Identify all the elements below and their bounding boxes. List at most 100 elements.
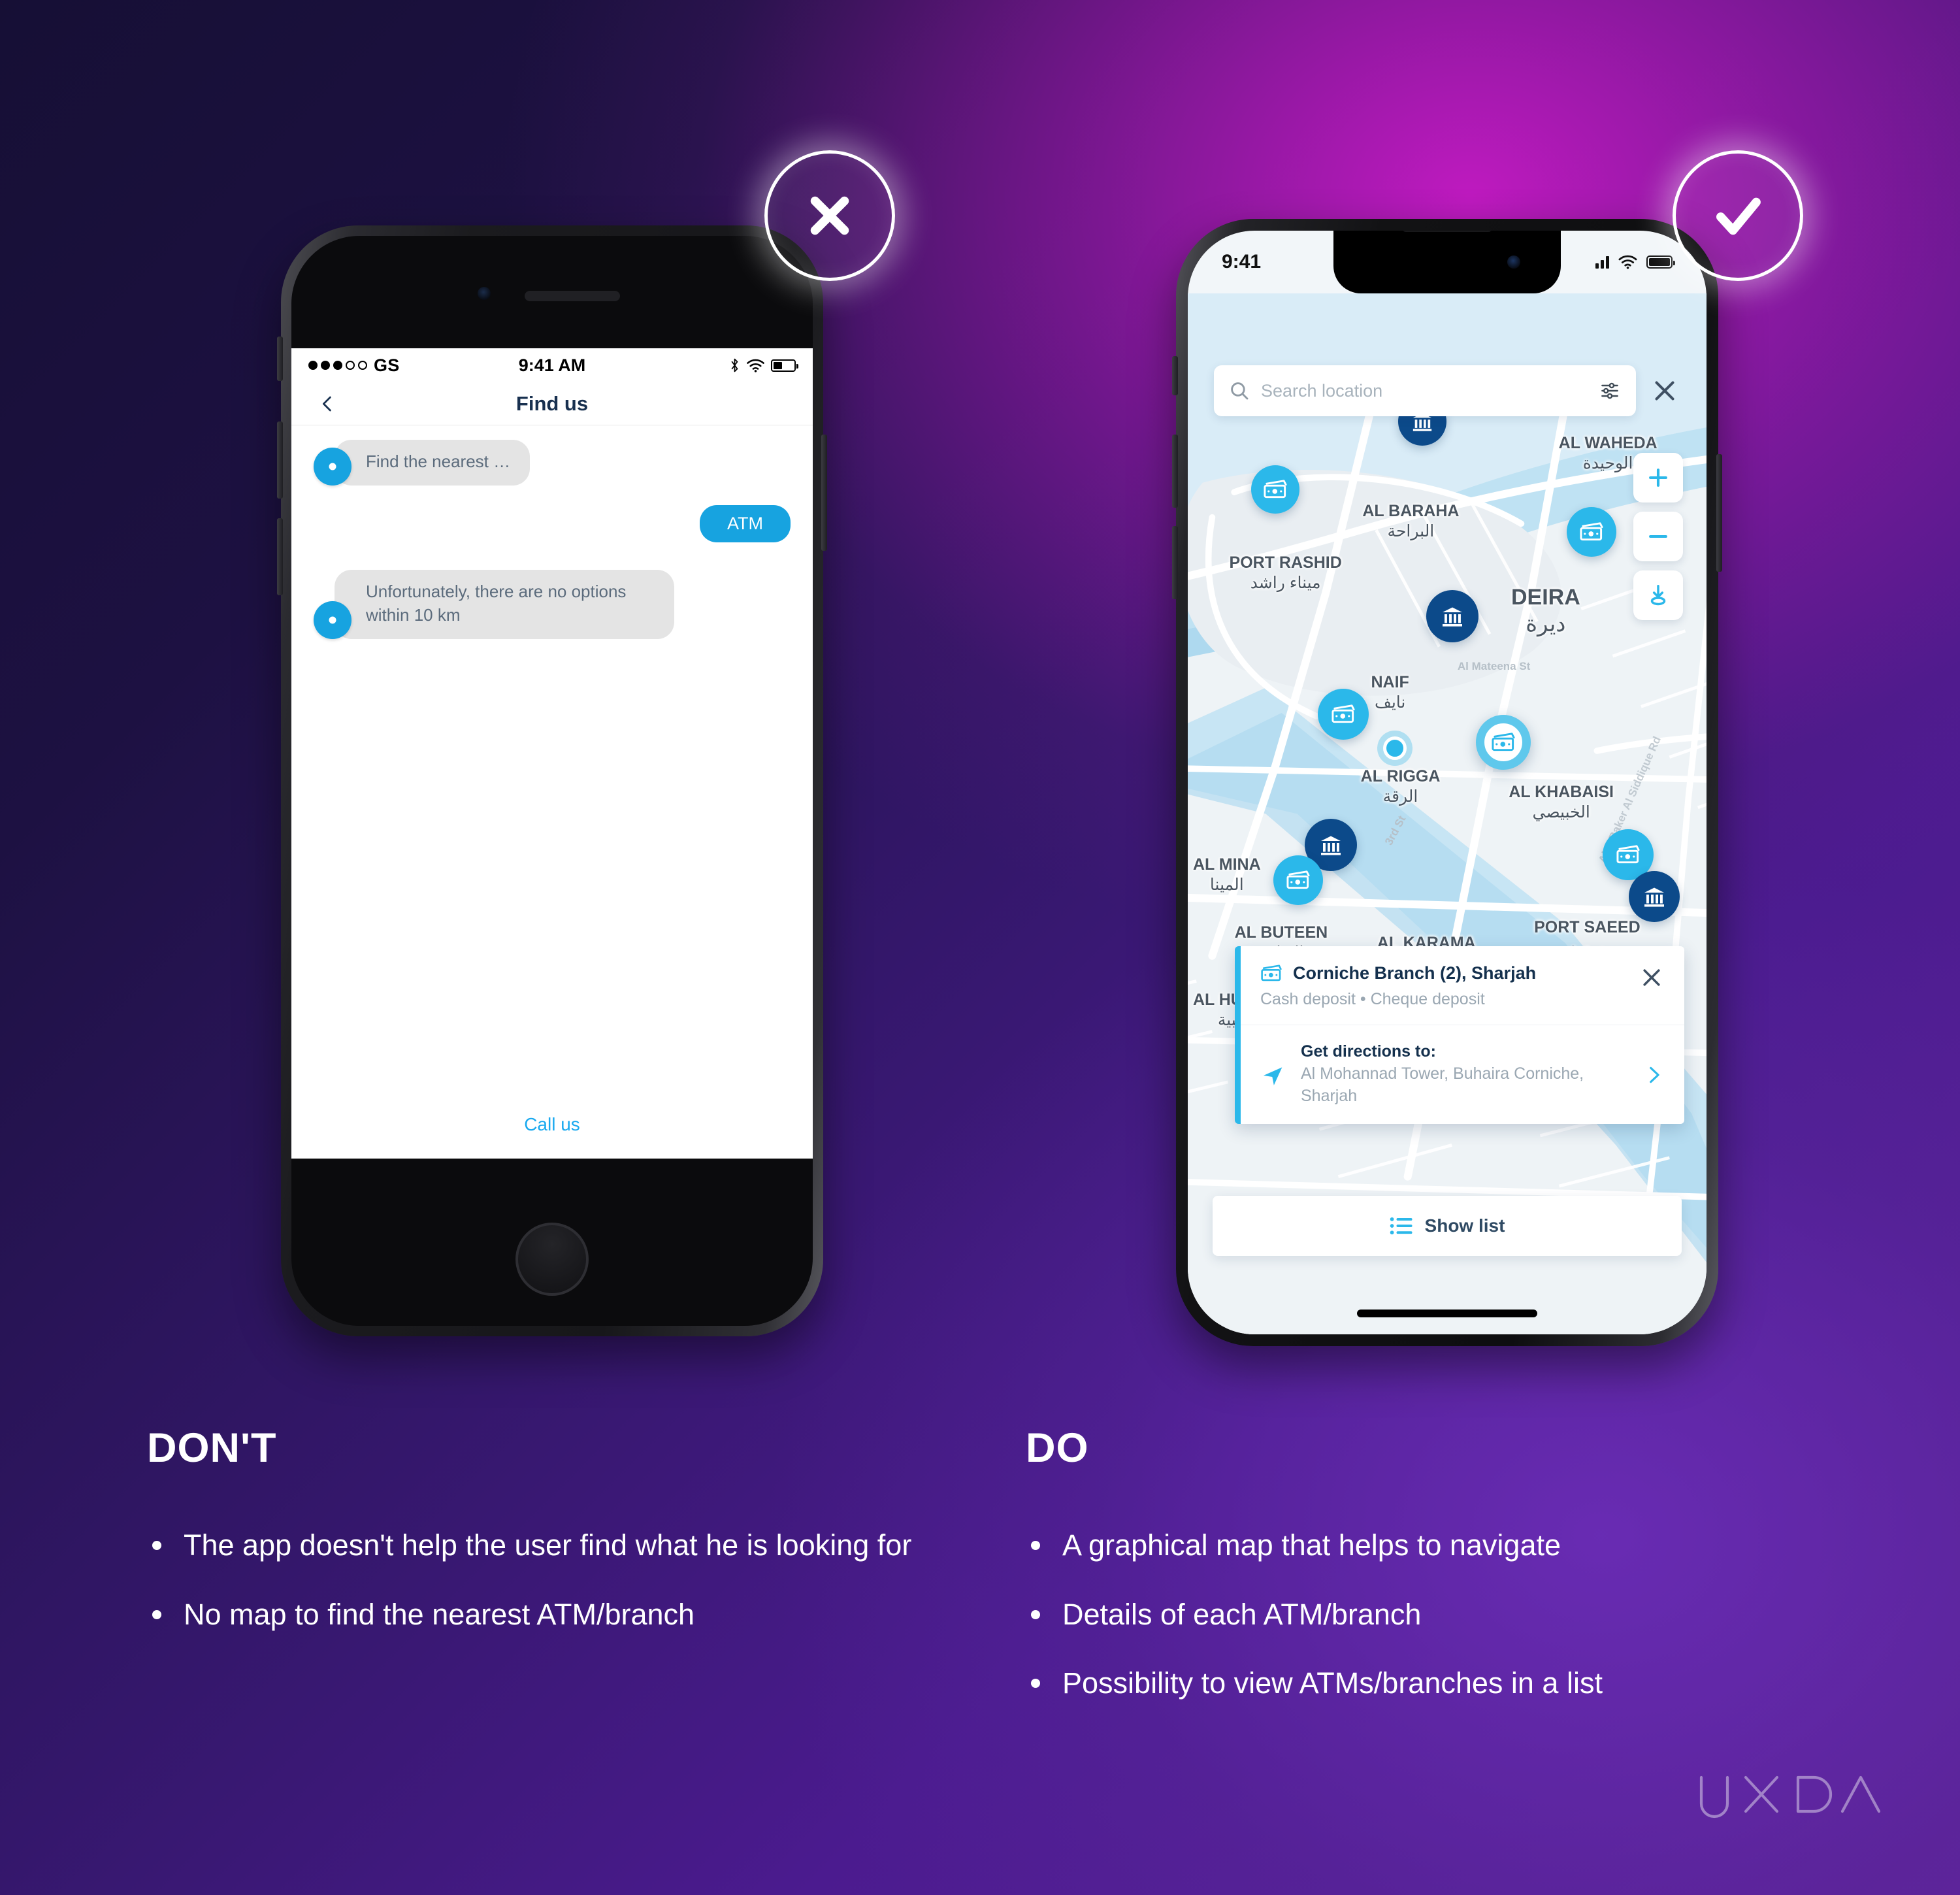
close-icon bbox=[1655, 381, 1674, 401]
atm-cash-icon bbox=[1331, 704, 1355, 723]
search-input[interactable]: Search location bbox=[1214, 365, 1636, 416]
list-item: Details of each ATM/branch bbox=[1026, 1596, 1888, 1634]
wifi-icon bbox=[1618, 255, 1637, 269]
show-list-button[interactable]: Show list bbox=[1213, 1196, 1682, 1256]
minus-icon bbox=[1649, 535, 1667, 538]
atm-cash-icon bbox=[1261, 964, 1282, 981]
dont-heading: DON'T bbox=[147, 1425, 277, 1471]
locate-me-button[interactable] bbox=[1633, 570, 1683, 620]
place-title: Corniche Branch (2), Sharjah bbox=[1293, 963, 1537, 983]
phone-mute-switch bbox=[1172, 356, 1178, 395]
carrier-label: GS bbox=[374, 355, 400, 375]
list-item: A graphical map that helps to navigate bbox=[1026, 1526, 1888, 1564]
locate-me-icon bbox=[1650, 585, 1666, 606]
filter-sliders-icon[interactable] bbox=[1599, 380, 1620, 401]
bluetooth-icon bbox=[731, 358, 738, 372]
map-street-label: Al Mateena St bbox=[1457, 659, 1531, 672]
uxda-logo bbox=[1693, 1770, 1889, 1830]
chat-message-outgoing-1: ATM bbox=[314, 504, 791, 542]
close-icon bbox=[1643, 969, 1660, 986]
chat-thread: Find the nearest … ATM Unfortunately, th… bbox=[291, 425, 813, 639]
user-location-dot bbox=[1377, 731, 1413, 766]
battery-icon bbox=[1646, 255, 1675, 269]
phone-power-button bbox=[821, 435, 827, 551]
status-bar-right: 9:41 bbox=[1188, 231, 1707, 293]
earpiece-speaker bbox=[525, 291, 620, 301]
status-time-left: 9:41 AM bbox=[518, 355, 586, 375]
chevron-right-icon bbox=[1650, 1066, 1659, 1083]
list-item: Possibility to view ATMs/branches in a l… bbox=[1026, 1664, 1888, 1702]
chat-bubble-text: ATM bbox=[700, 504, 791, 542]
chat-message-incoming-2: Unfortunately, there are no options with… bbox=[314, 569, 791, 639]
list-item: The app doesn't help the user find what … bbox=[147, 1526, 983, 1564]
phone-right-screen: PORT RASHID ميناء راشد AL BARAHA البراحة… bbox=[1188, 231, 1707, 1334]
atm-cash-icon bbox=[1286, 870, 1310, 889]
atm-cash-icon bbox=[1264, 480, 1287, 498]
uxda-logo-icon bbox=[1699, 1775, 1881, 1819]
list-icon bbox=[1390, 1217, 1413, 1235]
status-time-right: 9:41 bbox=[1222, 251, 1262, 272]
bot-avatar bbox=[314, 601, 351, 639]
map-marker-branch[interactable] bbox=[1420, 584, 1485, 648]
front-camera-icon bbox=[478, 287, 491, 300]
chat-message-incoming-1: Find the nearest … bbox=[314, 440, 791, 486]
dont-caption-block: DON'T The app doesn't help the user find… bbox=[147, 1425, 983, 1664]
bank-icon bbox=[1644, 887, 1664, 907]
place-info-header: Corniche Branch (2), Sharjah Cash deposi… bbox=[1241, 946, 1684, 1025]
zoom-in-button[interactable] bbox=[1633, 453, 1683, 503]
nav-bar-left: Find us bbox=[291, 382, 813, 425]
show-list-label: Show list bbox=[1424, 1215, 1505, 1236]
home-button[interactable] bbox=[515, 1223, 589, 1296]
map-canvas[interactable]: PORT RASHID ميناء راشد AL BARAHA البراحة… bbox=[1188, 293, 1707, 1334]
search-icon bbox=[1231, 382, 1249, 400]
bot-avatar bbox=[314, 447, 351, 486]
phone-mute-switch bbox=[277, 337, 283, 381]
phone-volume-up bbox=[1172, 435, 1178, 508]
dont-badge bbox=[764, 150, 895, 281]
close-card-button[interactable] bbox=[1639, 964, 1665, 994]
phone-left-screen: GS 9:41 AM Find us Find the nearest … AT… bbox=[291, 348, 813, 1159]
phone-volume-up bbox=[277, 421, 283, 499]
map-marker-atm[interactable] bbox=[1311, 683, 1375, 746]
close-search-button[interactable] bbox=[1648, 374, 1682, 408]
map-zoom-controls bbox=[1633, 453, 1683, 620]
home-indicator[interactable] bbox=[1357, 1310, 1537, 1317]
zoom-out-button[interactable] bbox=[1633, 512, 1683, 561]
place-info-card: Corniche Branch (2), Sharjah Cash deposi… bbox=[1235, 946, 1684, 1124]
directions-address: Al Mohannad Tower, Buhaira Corniche, Sha… bbox=[1301, 1064, 1584, 1105]
bank-icon bbox=[1320, 836, 1341, 856]
place-title-row: Corniche Branch (2), Sharjah bbox=[1260, 963, 1665, 983]
map-marker-atm[interactable] bbox=[1267, 849, 1329, 912]
search-bar-row: Search location bbox=[1214, 365, 1682, 416]
chat-bubble-text: Find the nearest … bbox=[335, 440, 531, 486]
do-list: A graphical map that helps to navigate D… bbox=[1026, 1526, 1888, 1702]
place-services: Cash deposit • Cheque deposit bbox=[1260, 990, 1485, 1008]
status-bar-left: GS 9:41 AM bbox=[291, 348, 813, 382]
directions-label: Get directions to: bbox=[1301, 1042, 1436, 1061]
phone-volume-down bbox=[277, 518, 283, 595]
do-heading: DO bbox=[1026, 1425, 1089, 1471]
chat-bubble-text: Unfortunately, there are no options with… bbox=[335, 569, 674, 639]
atm-cash-icon bbox=[1492, 733, 1515, 751]
dont-list: The app doesn't help the user find what … bbox=[147, 1526, 983, 1633]
page-title: Find us bbox=[515, 391, 589, 415]
map-marker-atm[interactable] bbox=[1560, 501, 1622, 563]
get-directions-row[interactable]: Get directions to: Al Mohannad Tower, Bu… bbox=[1241, 1025, 1684, 1124]
signal-dots-icon bbox=[308, 361, 367, 370]
bank-icon bbox=[1443, 607, 1463, 627]
do-caption-block: DO A graphical map that helps to navigat… bbox=[1026, 1425, 1888, 1734]
call-us-link[interactable]: Call us bbox=[291, 1114, 813, 1135]
phone-right-do: PORT RASHID ميناء راشد AL BARAHA البراحة… bbox=[1172, 219, 1722, 1346]
check-icon bbox=[1716, 197, 1761, 235]
plus-icon bbox=[1649, 469, 1667, 487]
battery-icon bbox=[771, 359, 798, 372]
navigation-arrow-icon bbox=[1264, 1066, 1282, 1085]
do-badge bbox=[1673, 150, 1803, 281]
map-marker-selected[interactable] bbox=[1475, 715, 1531, 770]
map-marker-branch[interactable] bbox=[1622, 865, 1686, 929]
phone-volume-down bbox=[1172, 526, 1178, 599]
map-marker-atm[interactable] bbox=[1245, 459, 1305, 519]
list-item: No map to find the nearest ATM/branch bbox=[147, 1596, 983, 1634]
cellular-signal-icon bbox=[1595, 255, 1609, 269]
chevron-left-icon[interactable] bbox=[318, 394, 337, 414]
